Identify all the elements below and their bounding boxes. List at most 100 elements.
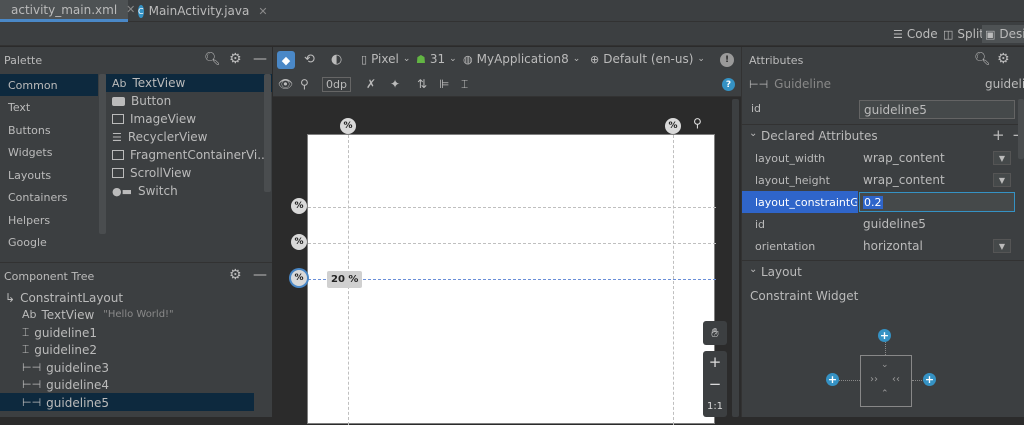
attr-row-orientation[interactable]: orientation horizontal ▼ bbox=[742, 235, 1024, 257]
split-view-button[interactable]: ◫ Split bbox=[943, 25, 984, 43]
minimize-icon[interactable]: — bbox=[253, 267, 267, 283]
guideline3-percent-handle[interactable]: % bbox=[291, 198, 307, 214]
design-canvas[interactable]: 20 % % % ⚲ % % % ✋︎ + − 1:1 bbox=[273, 97, 741, 425]
warning-icon[interactable]: ! bbox=[720, 53, 734, 67]
chevron-left-icon[interactable]: ‹‹ bbox=[892, 374, 900, 385]
add-left-constraint-icon[interactable]: + bbox=[826, 373, 839, 386]
palette-item-recyclerview[interactable]: ☰ RecyclerView bbox=[112, 128, 207, 146]
tree-item-guideline3[interactable]: ⊢⊣ guideline3 bbox=[22, 359, 109, 376]
canvas-scrollbar[interactable] bbox=[732, 99, 739, 417]
tree-item-constraintlayout[interactable]: ↳ ConstraintLayout bbox=[5, 289, 123, 306]
tree-item-guideline1[interactable]: ⌶ guideline1 bbox=[22, 324, 97, 341]
device-screen[interactable]: 20 % bbox=[307, 134, 716, 425]
palette-item-imageview[interactable]: ImageView bbox=[112, 110, 196, 128]
guideline2-percent-handle[interactable]: % bbox=[665, 118, 681, 134]
tab-mainactivity-java[interactable]: C MainActivity.java ✕ bbox=[132, 0, 268, 22]
palette-category-common[interactable]: Common bbox=[0, 74, 98, 96]
design-view-button[interactable]: ▣ Design bbox=[982, 25, 1024, 43]
chevron-down-icon[interactable]: ▼ bbox=[993, 151, 1011, 165]
vertical-guideline-2[interactable] bbox=[673, 135, 674, 425]
app-theme-dropdown[interactable]: ◍ MyApplication8 ⌄ bbox=[463, 52, 580, 66]
locale-dropdown[interactable]: ⊕ Default (en-us) ⌄ bbox=[590, 52, 705, 66]
tree-item-textview[interactable]: Ab TextView "Hello World!" bbox=[22, 306, 174, 323]
add-right-constraint-icon[interactable]: + bbox=[923, 373, 936, 386]
add-top-constraint-icon[interactable]: + bbox=[878, 329, 891, 342]
tree-item-label: TextView bbox=[41, 307, 95, 322]
search-icon[interactable]: 🔍︎ bbox=[204, 52, 221, 67]
infer-constraints-icon[interactable]: ✦ bbox=[390, 77, 400, 91]
chevron-down-icon[interactable]: ⌄ bbox=[881, 360, 889, 370]
guideline1-percent-handle[interactable]: % bbox=[340, 118, 356, 134]
textview-icon: Ab bbox=[22, 308, 37, 321]
zoom-actual-size-button[interactable]: 1:1 bbox=[703, 401, 727, 412]
eye-icon[interactable]: 👁︎ bbox=[278, 77, 293, 91]
orientation-icon[interactable]: ⟲ bbox=[304, 52, 315, 67]
help-icon[interactable]: ? bbox=[722, 78, 735, 91]
tree-item-guideline2[interactable]: ⌶ guideline2 bbox=[22, 341, 97, 358]
theme-icon[interactable]: ◐ bbox=[331, 52, 342, 67]
gear-icon[interactable]: ⚙ bbox=[997, 51, 1010, 67]
attr-row-id[interactable]: id guideline5 bbox=[742, 213, 1024, 235]
default-margin-field[interactable]: 0dp bbox=[322, 77, 351, 92]
magnet-icon[interactable]: ⚲ bbox=[300, 77, 309, 91]
pan-tool-button[interactable]: ✋︎ bbox=[703, 321, 727, 345]
pack-icon[interactable]: ⇅ bbox=[417, 77, 427, 91]
layers-icon[interactable]: ◆ bbox=[277, 51, 295, 69]
chevron-down-icon[interactable]: ▼ bbox=[993, 173, 1011, 187]
minimize-icon[interactable]: — bbox=[253, 51, 267, 67]
horizontal-guideline-4[interactable] bbox=[308, 243, 716, 244]
pin-icon[interactable]: ⚲ bbox=[693, 116, 702, 130]
component-tree-title: Component Tree bbox=[4, 269, 95, 283]
zoom-out-button[interactable]: − bbox=[703, 375, 727, 393]
palette-category-containers[interactable]: Containers bbox=[0, 186, 98, 208]
palette-category-widgets[interactable]: Widgets bbox=[0, 141, 98, 163]
palette-item-fragmentcontainerview[interactable]: FragmentContainerVi... bbox=[112, 146, 269, 164]
gear-icon[interactable]: ⚙ bbox=[229, 51, 242, 67]
guide-percent-input[interactable]: 0.2 bbox=[859, 192, 1015, 212]
category-scrollbar[interactable] bbox=[99, 74, 106, 234]
align-icon[interactable]: ⊫ bbox=[439, 77, 449, 91]
layout-section[interactable]: ⌄ Layout bbox=[742, 260, 1024, 282]
close-icon[interactable]: ✕ bbox=[258, 5, 267, 18]
attributes-scrollbar[interactable] bbox=[1018, 99, 1024, 159]
guidelines-icon[interactable]: ⌶ bbox=[461, 77, 468, 92]
zoom-in-button[interactable]: + bbox=[703, 353, 727, 371]
guideline4-percent-handle[interactable]: % bbox=[291, 234, 307, 250]
palette-category-google[interactable]: Google bbox=[0, 231, 98, 253]
palette-category-buttons[interactable]: Buttons bbox=[0, 119, 98, 141]
palette-item-switch[interactable]: ●▬ Switch bbox=[112, 182, 178, 200]
tree-item-guideline4[interactable]: ⊢⊣ guideline4 bbox=[22, 376, 109, 393]
attr-row-constraint-guide-percent[interactable]: layout_constraintGui... 0.2 bbox=[742, 191, 1024, 213]
attr-row-layout-height[interactable]: layout_height wrap_content ▼ bbox=[742, 169, 1024, 191]
add-icon[interactable]: + bbox=[992, 126, 1005, 144]
horizontal-guideline-3[interactable] bbox=[308, 207, 716, 208]
attr-label: layout_width bbox=[755, 151, 826, 165]
chevron-up-icon[interactable]: ⌃ bbox=[881, 389, 889, 399]
tab-activity-main-xml[interactable]: activity_main.xml ✕ bbox=[0, 0, 135, 22]
horizontal-guideline-5-selected[interactable] bbox=[308, 279, 716, 280]
declared-attributes-section[interactable]: ⌄ Declared Attributes + − bbox=[742, 124, 1024, 146]
palette-item-scrollview[interactable]: ScrollView bbox=[112, 164, 191, 182]
chevron-down-icon: ⌄ bbox=[749, 128, 758, 139]
palette-items-scrollbar[interactable] bbox=[264, 74, 271, 192]
palette-category-helpers[interactable]: Helpers bbox=[0, 209, 98, 231]
clear-constraints-icon[interactable]: ✗ bbox=[366, 77, 376, 91]
palette-item-textview[interactable]: Ab TextView bbox=[112, 74, 185, 92]
code-view-button[interactable]: ☰ Code bbox=[893, 25, 938, 43]
palette-header: Palette 🔍︎ ⚙ — bbox=[0, 47, 272, 73]
guideline5-percent-handle[interactable]: % bbox=[291, 270, 307, 286]
palette-category-text[interactable]: Text bbox=[0, 96, 98, 118]
attr-row-layout-width[interactable]: layout_width wrap_content ▼ bbox=[742, 147, 1024, 169]
device-dropdown[interactable]: ▯ Pixel ⌄ bbox=[361, 52, 410, 66]
palette-item-button[interactable]: Button bbox=[112, 92, 171, 110]
phone-icon: ▯ bbox=[361, 52, 368, 66]
id-input[interactable]: guideline5 bbox=[859, 100, 1015, 119]
palette-category-layouts[interactable]: Layouts bbox=[0, 164, 98, 186]
tree-item-guideline5[interactable]: ⊢⊣ guideline5 bbox=[22, 394, 109, 411]
api-dropdown[interactable]: ☗ 31 ⌄ bbox=[416, 52, 457, 66]
chevron-down-icon[interactable]: ▼ bbox=[993, 239, 1011, 253]
search-icon[interactable]: 🔍︎ bbox=[974, 52, 991, 67]
chevron-right-icon[interactable]: ›› bbox=[870, 374, 878, 385]
tree-item-label: ConstraintLayout bbox=[20, 290, 124, 305]
gear-icon[interactable]: ⚙ bbox=[229, 267, 242, 283]
